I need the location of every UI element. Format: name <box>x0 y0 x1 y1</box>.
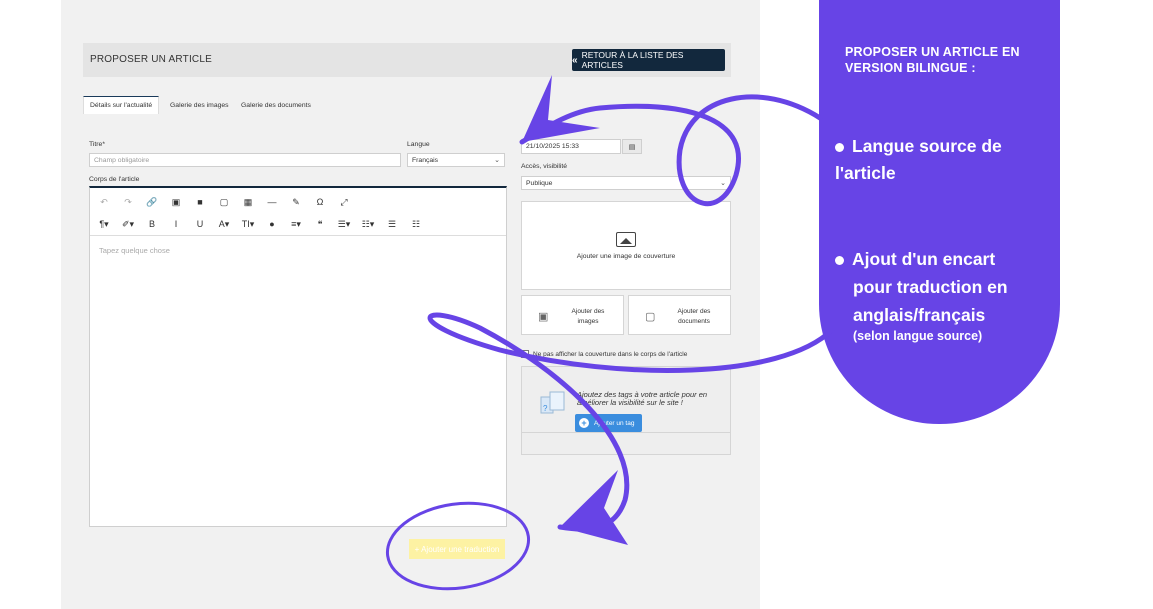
editor-tool-button[interactable]: B <box>142 214 162 234</box>
language-label: Langue <box>407 141 430 148</box>
editor-tool-button[interactable]: ☰▾ <box>334 214 354 234</box>
add-tag-label: Ajouter un tag <box>594 419 635 427</box>
editor-tool-button[interactable]: ▦ <box>238 192 258 212</box>
back-to-list-button[interactable]: « RETOUR À LA LISTE DES ARTICLES <box>572 49 725 71</box>
calendar-icon: ▤ <box>628 143 636 151</box>
editor-tool-button[interactable]: I <box>166 214 186 234</box>
access-select[interactable]: Publique ⌄ <box>521 176 731 190</box>
editor-tool-button[interactable]: ⤢ <box>334 192 354 212</box>
add-cover-image-label: Ajouter une image de couverture <box>576 252 676 260</box>
double-chevron-left-icon: « <box>572 54 578 66</box>
editor-divider <box>90 235 506 236</box>
chevron-down-icon: ⌄ <box>494 157 500 164</box>
image-icon: ▣ <box>538 311 549 323</box>
body-label: Corps de l'article <box>89 176 140 183</box>
add-images-label: Ajouter des images <box>571 308 605 325</box>
access-value: Publique <box>526 179 553 187</box>
add-tag-button[interactable]: + Ajouter un tag <box>575 414 642 432</box>
editor-tool-button[interactable]: ■ <box>190 192 210 212</box>
editor-tool-button[interactable]: TI▾ <box>238 214 258 234</box>
publish-date-value: 21/10/2025 15:33 <box>526 143 579 150</box>
tab-details-label: Détails sur l'actualité <box>90 102 153 109</box>
calendar-button[interactable]: ▤ <box>622 139 642 154</box>
editor-tool-button[interactable]: ☷▾ <box>358 214 378 234</box>
editor-tool-button[interactable]: ✐▾ <box>118 214 138 234</box>
bullet2-line2: pour traduction en <box>853 277 1008 297</box>
add-cover-image-area[interactable]: Ajouter une image de couverture <box>521 201 731 290</box>
add-images-button[interactable]: ▣ Ajouter des images <box>521 295 624 335</box>
tags-list <box>521 433 731 455</box>
plus-circle-icon: + <box>579 418 589 428</box>
add-documents-button[interactable]: ▢ Ajouter des documents <box>628 295 731 335</box>
add-documents-label: Ajouter des documents <box>677 308 711 325</box>
title-label: Titre* <box>89 141 105 148</box>
editor-tool-button[interactable]: 🔗 <box>142 192 162 212</box>
svg-text:?: ? <box>543 404 548 413</box>
editor-tool-button[interactable]: ≡▾ <box>286 214 306 234</box>
title-input[interactable]: Champ obligatoire <box>89 153 401 167</box>
tab-document-gallery-label: Galerie des documents <box>241 101 311 109</box>
language-select[interactable]: Français ⌄ <box>407 153 505 167</box>
editor-tool-button[interactable]: ☷ <box>406 214 426 234</box>
editor-tool-button[interactable]: ▢ <box>214 192 234 212</box>
image-icon <box>616 231 636 247</box>
add-translation-label: + Ajouter une traduction <box>414 544 500 554</box>
editor-tool-button[interactable]: ¶▾ <box>94 214 114 234</box>
editor-toolbar-row-1: ↶ ↷ 🔗 ▣ ■ ▢ ▦ — ✎ Ω ⤢ <box>90 191 506 213</box>
editor-tool-button[interactable]: ✎ <box>286 192 306 212</box>
back-to-list-label: RETOUR À LA LISTE DES ARTICLES <box>581 50 684 70</box>
editor-tool-button[interactable]: ❝ <box>310 214 330 234</box>
bilingual-callout: PROPOSER UN ARTICLE EN VERSION BILINGUE … <box>819 0 1060 424</box>
tab-document-gallery[interactable]: Galerie des documents <box>235 96 317 114</box>
rich-text-editor[interactable]: ↶ ↷ 🔗 ▣ ■ ▢ ▦ — ✎ Ω ⤢ ¶▾ ✐▾ B I U A▾ TI▾ ● ≡▾ ❝ ☰▾ ☷▾ ☰ ☷ Tapez… <box>89 186 507 527</box>
hide-cover-checkbox[interactable] <box>521 350 529 358</box>
callout-bullet-source-language: Langue source de l'article <box>835 133 1050 187</box>
editor-tool-button[interactable]: A▾ <box>214 214 234 234</box>
editor-tool-button[interactable]: ▣ <box>166 192 186 212</box>
tab-image-gallery-label: Galerie des images <box>170 101 229 109</box>
tags-illustration-icon: ? <box>540 391 565 414</box>
tags-panel: ? Ajoutez des tags à votre article pour … <box>521 366 731 433</box>
editor-tool-button[interactable]: U <box>190 214 210 234</box>
document-icon: ▢ <box>645 311 656 323</box>
access-label: Accès, visibilité <box>521 163 568 170</box>
editor-placeholder: Tapez quelque chose <box>99 246 170 255</box>
editor-tool-button[interactable]: ☰ <box>382 214 402 234</box>
editor-tool-button[interactable]: — <box>262 192 282 212</box>
hide-cover-option[interactable]: Ne pas afficher la couverture dans le co… <box>521 350 687 358</box>
bullet-dot-icon <box>835 142 844 152</box>
editor-tool-button[interactable]: Ω <box>310 192 330 212</box>
bullet-dot-icon <box>835 255 844 265</box>
editor-tool-button[interactable]: ↶ <box>94 192 114 212</box>
callout-title: PROPOSER UN ARTICLE EN VERSION BILINGUE … <box>845 45 1020 75</box>
bullet2-note: (selon langue source) <box>853 329 983 343</box>
hide-cover-label: Ne pas afficher la couverture dans le co… <box>533 350 688 358</box>
callout-bullet-translation: Ajout d'un encart pour traduction en ang… <box>835 245 1050 343</box>
bullet1-text: Langue source de l'article <box>835 136 1002 183</box>
tags-prompt: Ajoutez des tags à votre article pour en… <box>577 390 708 407</box>
publish-date-input[interactable]: 21/10/2025 15:33 <box>521 139 621 154</box>
screenshot-stage: PROPOSER UN ARTICLE « RETOUR À LA LISTE … <box>0 0 1153 609</box>
bullet2-line3: anglais/français <box>853 305 986 325</box>
add-translation-button[interactable]: + Ajouter une traduction <box>409 539 505 559</box>
page-title: PROPOSER UN ARTICLE <box>90 54 212 65</box>
title-placeholder: Champ obligatoire <box>94 156 150 164</box>
chevron-down-icon: ⌄ <box>720 180 726 187</box>
editor-tool-button[interactable]: ● <box>262 214 282 234</box>
editor-toolbar-row-2: ¶▾ ✐▾ B I U A▾ TI▾ ● ≡▾ ❝ ☰▾ ☷▾ ☰ ☷ <box>90 213 506 235</box>
bullet2-line1: Ajout d'un encart <box>852 249 996 269</box>
editor-tool-button[interactable]: ↷ <box>118 192 138 212</box>
tab-details[interactable]: Détails sur l'actualité <box>83 96 160 114</box>
tab-image-gallery[interactable]: Galerie des images <box>164 96 235 114</box>
language-value: Français <box>412 156 439 164</box>
